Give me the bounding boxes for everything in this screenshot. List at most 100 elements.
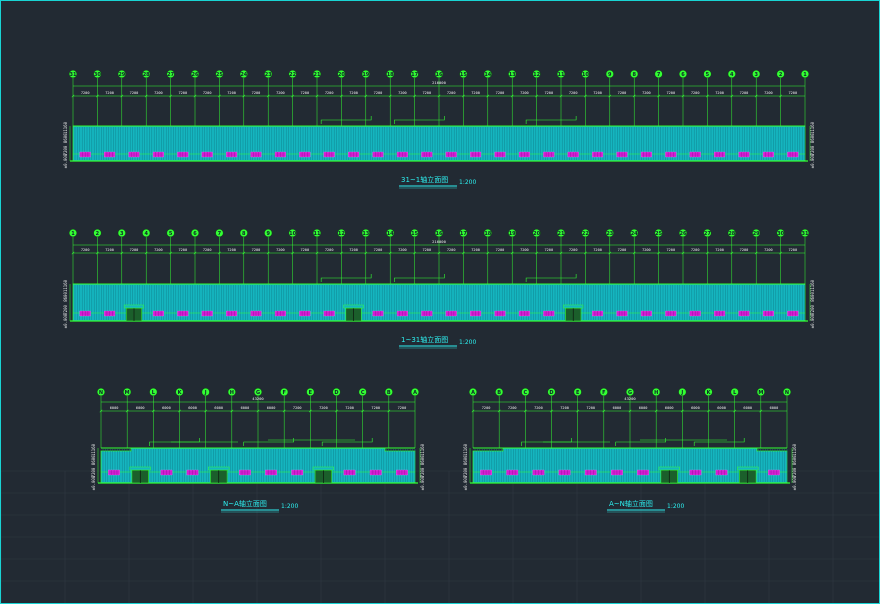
bay-dimension: 7200 — [178, 91, 187, 95]
roof-marker-line — [615, 438, 667, 446]
elevation-scale: 1:200 — [281, 503, 298, 510]
bay-dimension: 6000 — [267, 406, 276, 410]
bay-dimension: 7200 — [398, 91, 407, 95]
elev-south: 1 2 3 4 5 6 7 8 9 10 11 12 13 14 15 16 17 18 19 20 21 22 23 24 2… — [63, 228, 815, 349]
door-canopy — [129, 466, 151, 471]
axis-label: 21 — [314, 72, 321, 78]
axis-label: 7 — [218, 231, 222, 237]
overall-dimension: 43200 — [624, 396, 636, 401]
axis-label: 9 — [608, 72, 612, 78]
axis-label: 28 — [728, 231, 735, 237]
bay-dimension: 7200 — [642, 91, 651, 95]
elevation-scale: 1:200 — [459, 179, 476, 186]
height-annotation-left: 111608600 7200±0.000 — [63, 279, 71, 328]
bay-dimension: 7200 — [618, 91, 627, 95]
bay-dimension: 6000 — [136, 406, 145, 410]
axis-label: 5 — [706, 72, 710, 78]
bay-dimension: 7200 — [447, 91, 456, 95]
bay-dimension: 7200 — [482, 406, 491, 410]
elevation-title: 1~31轴立面图 — [401, 335, 448, 344]
height-label: ±0.000 — [792, 475, 797, 490]
axis-label: 13 — [362, 231, 369, 237]
height-label: 11160 — [810, 121, 815, 134]
bay-dimension: 7200 — [300, 248, 309, 252]
axis-label: 12 — [533, 72, 540, 78]
axis-label: 11 — [558, 72, 565, 78]
background-grid — [1, 470, 879, 603]
bay-dimension: 7200 — [534, 406, 543, 410]
elev-west: N M L K J H G F E D C B A432006000 6000 6000 6000 6000 60… — [91, 388, 425, 513]
height-label: 11160 — [63, 121, 68, 134]
roof-marker-line — [525, 274, 577, 282]
height-label: 11160 — [792, 443, 797, 456]
bay-dimension: 7200 — [398, 248, 407, 252]
elevation-title-block: 1~31轴立面图 1:200 — [399, 335, 476, 349]
axis-label: 14 — [387, 231, 394, 237]
height-label: 11160 — [810, 279, 815, 292]
door-canopy — [123, 304, 145, 309]
bay-dimension: 7200 — [154, 91, 163, 95]
bay-dimension: 6000 — [188, 406, 197, 410]
elevation-title-block: 31~1轴立面图 1:200 — [399, 175, 476, 189]
axis-label: 10 — [289, 231, 296, 237]
axis-label: 26 — [680, 231, 687, 237]
bay-dimension: 7200 — [345, 406, 354, 410]
bay-dimension: 7200 — [300, 91, 309, 95]
axis-label: 11 — [314, 231, 321, 237]
axis-label: 13 — [509, 72, 516, 78]
cad-drawing-viewport[interactable]: 31 30 29 28 27 26 25 24 23 22 21 20 19 18 17 16 15 14 13 12… — [0, 0, 880, 604]
bay-dimension: 7200 — [252, 248, 261, 252]
overall-dimension: 216000 — [432, 80, 446, 85]
bay-dimension: 7200 — [252, 91, 261, 95]
bay-dimension: 7200 — [666, 91, 675, 95]
bay-dimension: 7200 — [496, 248, 505, 252]
bay-dimension: 7200 — [203, 248, 212, 252]
axis-label: 12 — [338, 231, 345, 237]
height-label: ±0.000 — [91, 475, 96, 490]
axis-label: 1 — [71, 231, 75, 237]
axis-label: F — [602, 390, 605, 396]
bay-dimension: 7200 — [520, 248, 529, 252]
axis-label: 20 — [338, 72, 345, 78]
door-canopy — [208, 466, 230, 471]
bay-dimension: 7200 — [788, 91, 797, 95]
axis-label: G — [256, 390, 260, 396]
axis-label: 4 — [730, 72, 734, 78]
height-label: ±0.000 — [463, 475, 468, 490]
axis-label: D — [334, 390, 338, 396]
axis-label: 24 — [240, 72, 247, 78]
bay-dimension: 6000 — [214, 406, 223, 410]
bay-dimension: 7200 — [227, 248, 236, 252]
bay-dimension: 7200 — [374, 248, 383, 252]
axis-label: 8 — [632, 72, 636, 78]
bay-dimension: 7200 — [105, 91, 114, 95]
bay-dimension: 7200 — [325, 248, 334, 252]
bay-dimension: 7200 — [764, 91, 773, 95]
roof-marker-line — [149, 438, 200, 446]
axis-label: 2 — [96, 231, 100, 237]
bay-dimension: 6000 — [770, 406, 779, 410]
bay-dimension: 7200 — [227, 91, 236, 95]
axis-label: M — [125, 390, 130, 396]
bay-dimension: 6000 — [665, 406, 674, 410]
bay-dimension: 7200 — [325, 91, 334, 95]
height-label: 8600 — [63, 133, 68, 143]
roof-marker-line — [321, 438, 373, 446]
axis-label: 10 — [582, 72, 589, 78]
axis-label: 26 — [192, 72, 199, 78]
height-label: ±0.000 — [810, 313, 815, 328]
bay-dimension: 7200 — [293, 406, 302, 410]
elevation-scale: 1:200 — [459, 339, 476, 346]
door-canopy — [737, 466, 759, 471]
axis-label: J — [680, 390, 683, 396]
axis-label: D — [549, 390, 553, 396]
bay-dimension: 7200 — [130, 91, 139, 95]
axis-label: N — [99, 390, 103, 396]
height-label: 7200 — [63, 304, 68, 314]
axis-label: A — [413, 390, 417, 396]
axis-label: A — [471, 390, 475, 396]
roof-marker-line — [693, 438, 745, 446]
height-annotation-right: 111608600 7200±0.000 — [809, 279, 815, 328]
bay-dimension: 7200 — [593, 248, 602, 252]
elev-north: 31 30 29 28 27 26 25 24 23 22 21 20 19 18 17 16 15 14 13 12… — [63, 69, 815, 189]
